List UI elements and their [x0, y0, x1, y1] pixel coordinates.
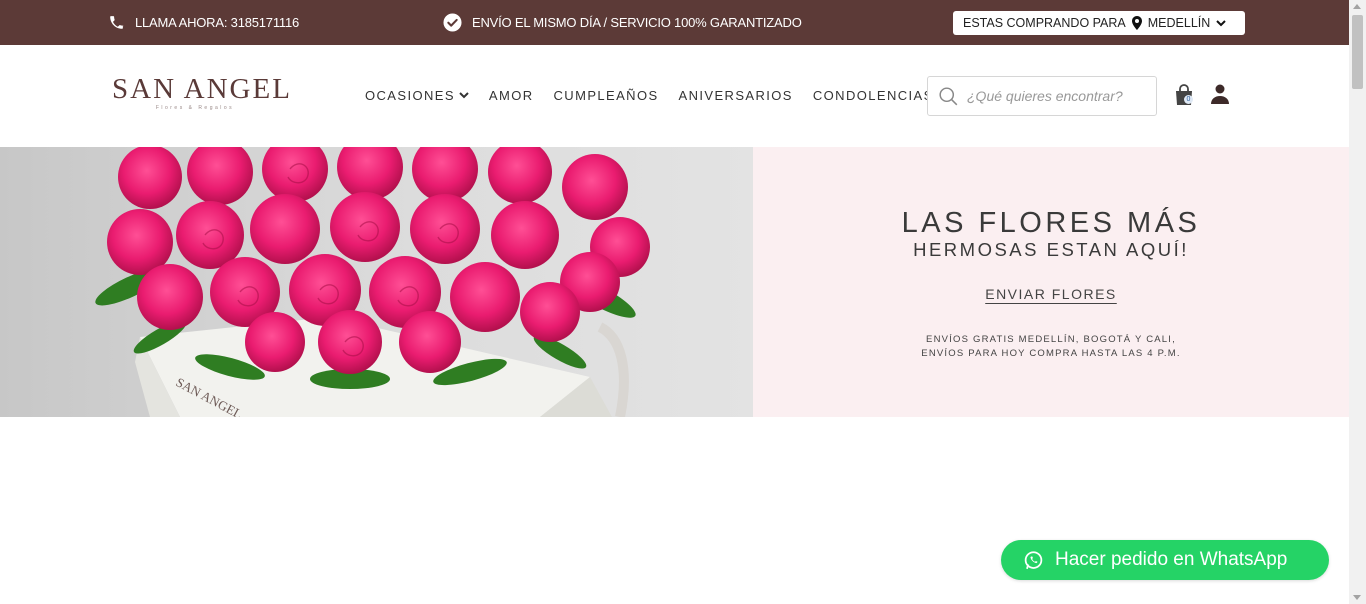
- cart-button[interactable]: 0: [1174, 84, 1196, 108]
- whatsapp-order-button[interactable]: Hacer pedido en WhatsApp: [1001, 540, 1329, 580]
- scroll-up-arrow[interactable]: [1353, 4, 1361, 9]
- phone-text: LLAMA AHORA: 3185171116: [135, 15, 300, 30]
- send-flowers-link-wrap: ENVIAR FLORES: [753, 286, 1349, 304]
- search-input[interactable]: [967, 88, 1147, 104]
- location-city: MEDELLÍN: [1147, 16, 1211, 30]
- nav-ocasiones[interactable]: OCASIONES: [365, 88, 469, 103]
- hero-title: LAS FLORES MÁS: [901, 207, 1201, 239]
- location-selector[interactable]: ESTAS COMPRANDO PARA MEDELLÍN: [953, 11, 1245, 35]
- hero-note-line2: ENVÍOS PARA HOY COMPRA HASTA LAS 4 P.M.: [921, 348, 1181, 359]
- hero-subtitle: HERMOSAS ESTAN AQUÍ!: [913, 239, 1189, 260]
- hero-text-panel: LAS FLORES MÁS HERMOSAS ESTAN AQUÍ! ENVI…: [753, 147, 1349, 417]
- account-button[interactable]: [1211, 84, 1231, 106]
- whatsapp-label: Hacer pedido en WhatsApp: [1055, 549, 1288, 570]
- scroll-down-arrow[interactable]: [1353, 595, 1361, 600]
- hero-note-line1: ENVÍOS GRATIS MEDELLÍN, BOGOTÁ Y CALI,: [926, 334, 1176, 345]
- top-bar: LLAMA AHORA: 3185171116 ENVÍO EL MISMO D…: [0, 0, 1349, 45]
- main-header: SAN ANGEL Flores & Regalos OCASIONES AMO…: [0, 45, 1349, 147]
- user-icon: [1211, 84, 1229, 108]
- search-box: [927, 76, 1157, 116]
- hero-banner: SAN ANGEL LAS FLORES MÁS HERMOSAS ESTAN …: [0, 147, 1349, 417]
- call-now[interactable]: LLAMA AHORA: 3185171116: [108, 0, 299, 45]
- logo-text: SAN ANGEL: [112, 73, 292, 105]
- hero-shipping-note: ENVÍOS GRATIS MEDELLÍN, BOGOTÁ Y CALI, E…: [753, 333, 1349, 361]
- nav-amor[interactable]: AMOR: [489, 88, 534, 103]
- whatsapp-icon: [1023, 550, 1044, 571]
- page: LLAMA AHORA: 3185171116 ENVÍO EL MISMO D…: [0, 0, 1366, 604]
- search-icon[interactable]: [938, 86, 959, 107]
- cart-count: 0: [1184, 95, 1193, 104]
- scrollbar-thumb[interactable]: [1352, 15, 1363, 89]
- chevron-down-icon: [1216, 19, 1227, 27]
- hero-image[interactable]: SAN ANGEL: [0, 147, 753, 417]
- shipping-notice: ENVÍO EL MISMO DÍA / SERVICIO 100% GARAN…: [443, 0, 802, 45]
- shipping-text: ENVÍO EL MISMO DÍA / SERVICIO 100% GARAN…: [472, 15, 802, 30]
- page-scrollbar[interactable]: [1349, 0, 1366, 604]
- check-circle-icon: [443, 13, 462, 32]
- location-prefix: ESTAS COMPRANDO PARA: [963, 16, 1126, 30]
- nav-aniversarios[interactable]: ANIVERSARIOS: [679, 88, 793, 103]
- nav-cumpleanos[interactable]: CUMPLEAÑOS: [554, 88, 659, 103]
- phone-icon: [108, 14, 125, 31]
- chevron-down-icon: [459, 92, 469, 99]
- send-flowers-link[interactable]: ENVIAR FLORES: [985, 286, 1117, 302]
- nav-condolencias[interactable]: CONDOLENCIAS: [813, 88, 934, 103]
- nav-ocasiones-label: OCASIONES: [365, 88, 455, 103]
- map-pin-icon: [1131, 16, 1142, 30]
- main-nav: OCASIONES AMOR CUMPLEAÑOS ANIVERSARIOS C…: [365, 88, 954, 103]
- logo-tagline: Flores & Regalos: [155, 105, 235, 111]
- site-logo[interactable]: SAN ANGEL Flores & Regalos: [112, 73, 292, 118]
